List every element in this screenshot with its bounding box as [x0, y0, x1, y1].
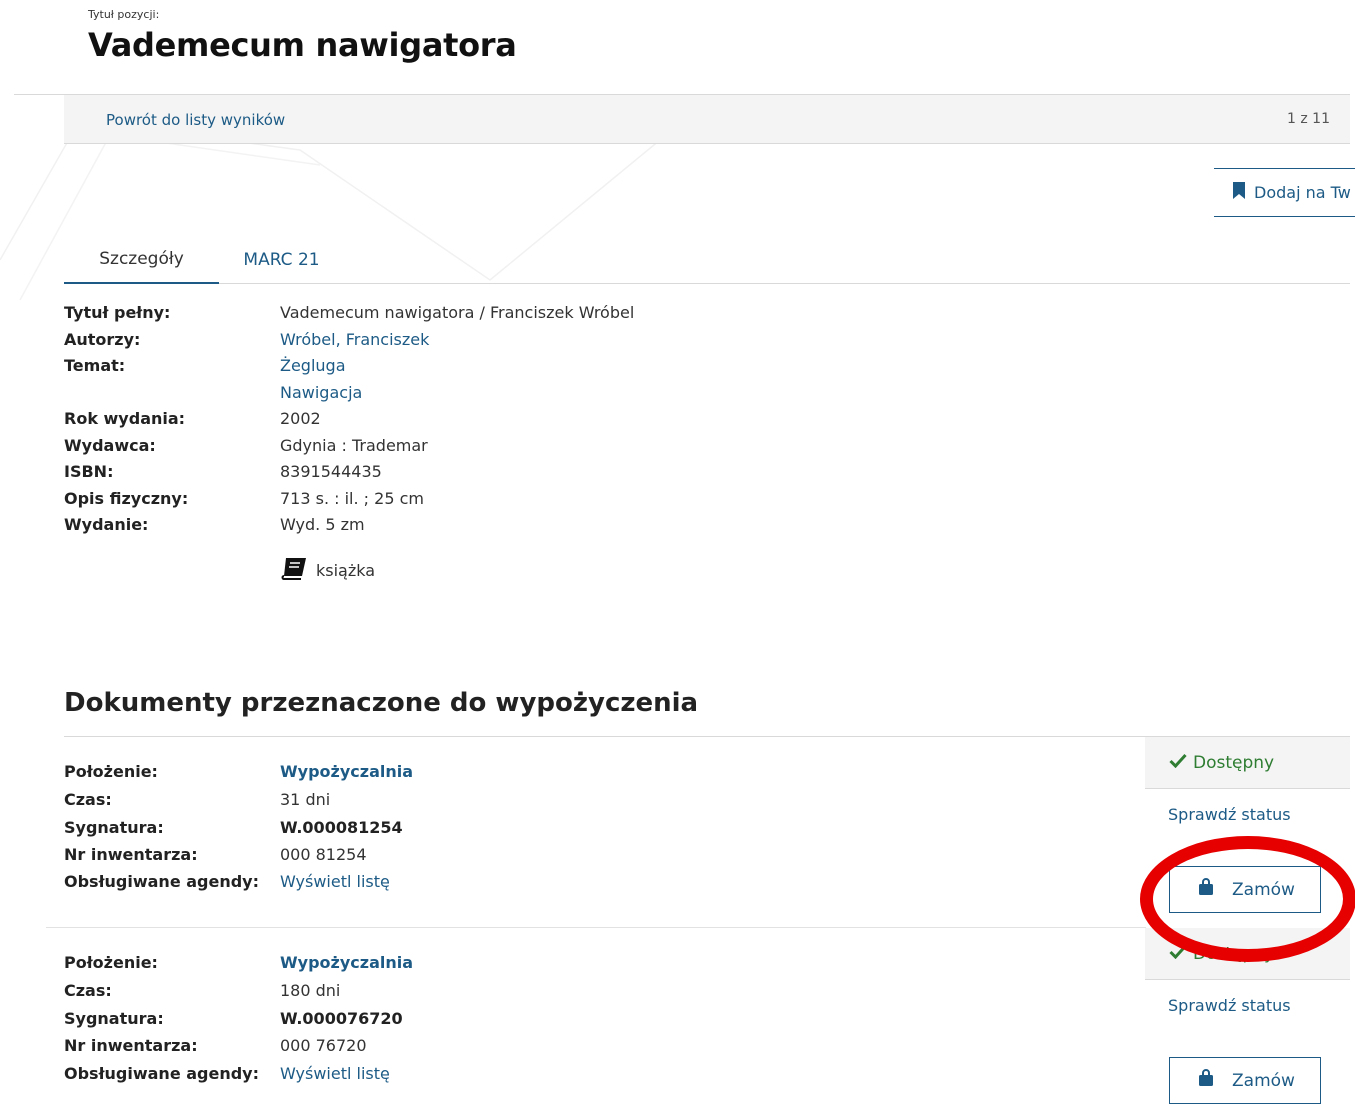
holding-label: Obsługiwane agendy: [64, 872, 260, 891]
holding-row: Sygnatura: W.000076720 [64, 1009, 764, 1036]
holding-item: Położenie: Wypożyczalnia Czas: 180 dni S… [64, 928, 1350, 1111]
location-link[interactable]: Wypożyczalnia [280, 762, 413, 781]
show-agendas-link[interactable]: Wyświetl listę [280, 1064, 390, 1083]
add-to-list-label: Dodaj na Tw [1254, 183, 1351, 202]
holding-row: Nr inwentarza: 000 76720 [64, 1036, 764, 1063]
holding-row: Czas: 31 dni [64, 790, 764, 817]
detail-tabs: Szczegóły MARC 21 [64, 236, 1350, 284]
status-label: Dostępny [1193, 752, 1275, 773]
page-title: Vademecum nawigatora [88, 26, 517, 64]
detail-value: 713 s. : il. ; 25 cm [280, 489, 424, 508]
add-to-list-button[interactable]: Dodaj na Tw [1214, 168, 1355, 217]
subject-link[interactable]: Nawigacja [280, 383, 362, 402]
section-title: Dokumenty przeznaczone do wypożyczenia [64, 688, 699, 718]
detail-row-full-title: Tytuł pełny: Vademecum nawigatora / Fran… [64, 303, 764, 329]
detail-value: 8391544435 [280, 462, 382, 481]
holding-label: Czas: [64, 981, 112, 1000]
detail-row-physical: Opis fizyczny: 713 s. : il. ; 25 cm [64, 489, 764, 515]
detail-label: Tytuł pełny: [64, 303, 171, 322]
holding-label: Obsługiwane agendy: [64, 1064, 260, 1083]
detail-row-edition: Wydanie: Wyd. 5 zm [64, 515, 764, 541]
highlight-annotation [1140, 836, 1355, 962]
loan-time: 31 dni [280, 790, 331, 809]
check-status-link[interactable]: Sprawdź status [1168, 996, 1291, 1015]
check-status-link[interactable]: Sprawdź status [1168, 805, 1291, 824]
detail-label: Wydanie: [64, 515, 149, 534]
tab-marc21[interactable]: MARC 21 [219, 236, 344, 284]
detail-value: Gdynia : Trademar [280, 436, 428, 455]
detail-label: Temat: [64, 356, 126, 375]
holding-row: Położenie: Wypożyczalnia [64, 762, 764, 789]
inventory-value: 000 81254 [280, 845, 367, 864]
order-button[interactable]: Zamów [1169, 1057, 1321, 1104]
title-label: Tytuł pozycji: [88, 8, 160, 21]
order-label: Zamów [1232, 1070, 1295, 1091]
shopping-bag-icon [1198, 1069, 1214, 1092]
subject-link[interactable]: Żegluga [280, 356, 346, 375]
detail-label: ISBN: [64, 462, 114, 481]
detail-label: Opis fizyczny: [64, 489, 189, 508]
tab-details[interactable]: Szczegóły [64, 236, 219, 284]
result-pager: 1 z 11 [1287, 111, 1330, 127]
signature-value: W.000076720 [280, 1009, 403, 1028]
loan-time: 180 dni [280, 981, 341, 1000]
holding-row: Obsługiwane agendy: Wyświetl listę [64, 1064, 764, 1091]
holding-row: Obsługiwane agendy: Wyświetl listę [64, 872, 764, 899]
detail-label: Rok wydania: [64, 409, 186, 428]
author-link[interactable]: Wróbel, Franciszek [280, 330, 429, 349]
detail-row-publisher: Wydawca: Gdynia : Trademar [64, 436, 764, 462]
detail-label: Wydawca: [64, 436, 156, 455]
bookmark-icon [1232, 182, 1246, 203]
show-agendas-link[interactable]: Wyświetl listę [280, 872, 390, 891]
holding-label: Nr inwentarza: [64, 1036, 198, 1055]
detail-row-isbn: ISBN: 8391544435 [64, 462, 764, 488]
holding-row: Czas: 180 dni [64, 981, 764, 1008]
detail-row-subject: Temat: Żegluga [64, 356, 764, 382]
inventory-value: 000 76720 [280, 1036, 367, 1055]
holding-label: Sygnatura: [64, 818, 164, 837]
holding-row: Położenie: Wypożyczalnia [64, 953, 764, 980]
detail-row-subject-2: Nawigacja [64, 383, 764, 409]
holding-row: Nr inwentarza: 000 81254 [64, 845, 764, 872]
book-icon [280, 556, 308, 584]
results-navigation-bar: Powrót do listy wyników 1 z 11 [64, 95, 1350, 144]
detail-value: Vademecum nawigatora / Franciszek Wróbel [280, 303, 635, 322]
holding-label: Położenie: [64, 762, 158, 781]
availability-status: Dostępny [1145, 737, 1350, 789]
holding-row: Sygnatura: W.000081254 [64, 818, 764, 845]
holding-label: Nr inwentarza: [64, 845, 198, 864]
detail-label: Autorzy: [64, 330, 141, 349]
detail-row-year: Rok wydania: 2002 [64, 409, 764, 435]
location-link[interactable]: Wypożyczalnia [280, 953, 413, 972]
document-type: książka [280, 556, 375, 584]
detail-value: Wyd. 5 zm [280, 515, 365, 534]
check-icon [1169, 753, 1187, 773]
signature-value: W.000081254 [280, 818, 403, 837]
detail-value: 2002 [280, 409, 321, 428]
detail-row-authors: Autorzy: Wróbel, Franciszek [64, 330, 764, 356]
document-type-label: książka [316, 560, 376, 580]
holding-label: Sygnatura: [64, 1009, 164, 1028]
holding-label: Czas: [64, 790, 112, 809]
holding-label: Położenie: [64, 953, 158, 972]
back-to-results-link[interactable]: Powrót do listy wyników [106, 111, 285, 129]
